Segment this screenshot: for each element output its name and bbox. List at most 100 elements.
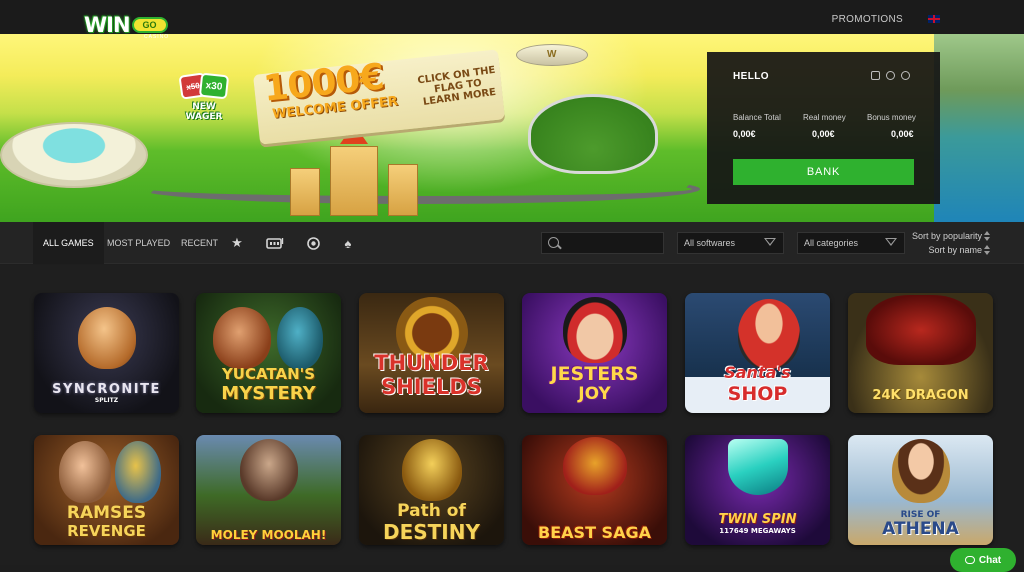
chevron-down-icon bbox=[885, 238, 897, 246]
game-title: YUCATAN'S bbox=[221, 365, 316, 383]
ganesha-icon bbox=[401, 439, 462, 501]
user-icon[interactable] bbox=[886, 71, 895, 80]
game-title: Santa's bbox=[724, 363, 791, 382]
jester-icon bbox=[562, 297, 627, 363]
game-tile-yucatans-mystery[interactable]: YUCATAN'S MYSTERY bbox=[196, 293, 341, 413]
game-tile-ramses-revenge[interactable]: RAMSES REVENGE bbox=[34, 435, 179, 545]
game-tile-beast-saga[interactable]: BEAST SAGA bbox=[522, 435, 667, 545]
mummy-pharaoh-icon bbox=[115, 441, 162, 503]
castle-tower-right bbox=[388, 164, 418, 216]
tab-recent[interactable]: RECENT bbox=[171, 222, 228, 264]
castle-keep bbox=[330, 146, 378, 216]
top-bar: WIN GO CASINO PROMOTIONS bbox=[0, 0, 1024, 40]
game-subtitle: SHIELDS bbox=[381, 375, 482, 399]
balance-total-value: 0,00€ bbox=[733, 129, 756, 139]
tab-most-played[interactable]: MOST PLAYED bbox=[97, 222, 180, 264]
game-subtitle: ATHENA bbox=[882, 519, 959, 539]
game-subtitle: DESTINY bbox=[383, 520, 480, 544]
category-select-value: All categories bbox=[804, 238, 859, 248]
game-tile-24k-dragon[interactable]: 24K DRAGON bbox=[848, 293, 993, 413]
mole-miner-icon bbox=[239, 439, 298, 501]
game-tile-path-of-destiny[interactable]: Path of DESTINY bbox=[359, 435, 504, 545]
game-tile-rise-of-athena[interactable]: RISE OF ATHENA bbox=[848, 435, 993, 545]
race-track-illustration bbox=[528, 94, 658, 174]
sort-popularity-arrows-icon[interactable] bbox=[984, 231, 992, 241]
explorer-icon bbox=[58, 441, 111, 503]
game-tile-moley-moolah[interactable]: MOLEY MOOLAH! bbox=[196, 435, 341, 545]
game-subtitle: MYSTERY bbox=[221, 383, 316, 404]
account-panel: HELLO Balance Total Real money Bonus mon… bbox=[707, 52, 940, 204]
game-title: JESTERS bbox=[550, 363, 639, 385]
blimp-illustration: W bbox=[516, 44, 588, 66]
game-title: TWIN SPIN bbox=[718, 512, 797, 527]
game-subtitle: SHOP bbox=[727, 383, 788, 405]
game-subtitle: 117649 MEGAWAYS bbox=[719, 527, 796, 535]
tab-all-games[interactable]: ALL GAMES bbox=[33, 222, 104, 264]
chat-label: Chat bbox=[978, 554, 1002, 566]
account-icons bbox=[871, 71, 910, 80]
search-input[interactable] bbox=[564, 233, 662, 253]
road-illustration bbox=[140, 174, 700, 204]
game-title: 24K DRAGON bbox=[872, 388, 969, 403]
game-subtitle: SPLITZ bbox=[94, 397, 119, 404]
search-box[interactable] bbox=[541, 232, 664, 254]
software-select-value: All softwares bbox=[684, 238, 736, 248]
game-tile-thunder-shields[interactable]: THUNDER SHIELDS bbox=[359, 293, 504, 413]
chat-bubble-icon bbox=[964, 556, 975, 564]
game-tile-twin-spin-megaways[interactable]: TWIN SPIN 117649 MEGAWAYS bbox=[685, 435, 830, 545]
games-grid: SYNCRONITE SPLITZ YUCATAN'S MYSTERY THUN… bbox=[0, 265, 1024, 565]
uk-flag-icon[interactable] bbox=[928, 15, 940, 23]
real-money-label: Real money bbox=[803, 113, 846, 122]
new-wager: x30 bbox=[198, 72, 230, 100]
warrior-mask-icon bbox=[213, 307, 272, 369]
castle-tower-left bbox=[290, 168, 320, 216]
waterfall-illustration bbox=[934, 34, 1024, 222]
search-icon bbox=[548, 237, 559, 248]
diamond-icon bbox=[727, 439, 788, 495]
santa-icon bbox=[738, 299, 801, 369]
slot-machine-icon[interactable] bbox=[266, 236, 284, 250]
star-icon[interactable]: ★ bbox=[230, 235, 244, 250]
game-tile-syncronite[interactable]: SYNCRONITE SPLITZ bbox=[34, 293, 179, 413]
balance-total-label: Balance Total bbox=[733, 113, 781, 122]
category-select[interactable]: All categories bbox=[797, 232, 905, 254]
gift-icon[interactable] bbox=[871, 71, 880, 80]
game-title: SYNCRONITE bbox=[52, 382, 161, 397]
game-title: RAMSES bbox=[66, 503, 147, 523]
bonus-money-label: Bonus money bbox=[867, 113, 916, 122]
beast-mask-icon bbox=[562, 437, 627, 495]
power-icon[interactable] bbox=[901, 71, 910, 80]
logo-subtitle: CASINO bbox=[144, 34, 170, 40]
logo-badge: GO bbox=[131, 17, 168, 33]
new-wager-badge: x50 x30 NEW WAGER bbox=[178, 72, 230, 130]
stadium-illustration bbox=[0, 122, 148, 188]
roulette-icon[interactable] bbox=[306, 236, 320, 250]
totem-icon bbox=[277, 307, 324, 369]
sort-by-popularity[interactable]: Sort by popularity bbox=[912, 231, 982, 241]
game-title: MOLEY MOOLAH! bbox=[210, 528, 327, 542]
athena-icon bbox=[891, 439, 950, 503]
game-title: THUNDER bbox=[374, 351, 489, 375]
game-tile-santas-shop[interactable]: Santa's SHOP bbox=[685, 293, 830, 413]
lion-head-icon bbox=[77, 307, 136, 369]
game-tile-jesters-joy[interactable]: JESTERS JOY bbox=[522, 293, 667, 413]
logo[interactable]: WIN GO CASINO bbox=[84, 12, 170, 40]
sort-by-name[interactable]: Sort by name bbox=[928, 245, 982, 255]
greeting: HELLO bbox=[733, 71, 769, 82]
chevron-down-icon bbox=[764, 238, 776, 246]
software-select[interactable]: All softwares bbox=[677, 232, 784, 254]
spade-icon[interactable]: ♠ bbox=[341, 236, 355, 251]
bonus-money-value: 0,00€ bbox=[891, 129, 914, 139]
game-title: Path of bbox=[397, 501, 466, 521]
promotions-link[interactable]: PROMOTIONS bbox=[832, 14, 903, 25]
blimp-letter: W bbox=[547, 49, 557, 60]
game-subtitle: JOY bbox=[578, 384, 611, 404]
dragon-icon bbox=[865, 295, 976, 365]
logo-text: WIN bbox=[84, 13, 131, 37]
sort-name-arrows-icon[interactable] bbox=[984, 245, 992, 255]
new-wager-label: NEW WAGER bbox=[185, 102, 223, 122]
real-money-value: 0,00€ bbox=[812, 129, 835, 139]
bank-button[interactable]: BANK bbox=[733, 159, 914, 185]
chat-button[interactable]: Chat bbox=[950, 548, 1016, 572]
game-subtitle: REVENGE bbox=[67, 522, 146, 540]
